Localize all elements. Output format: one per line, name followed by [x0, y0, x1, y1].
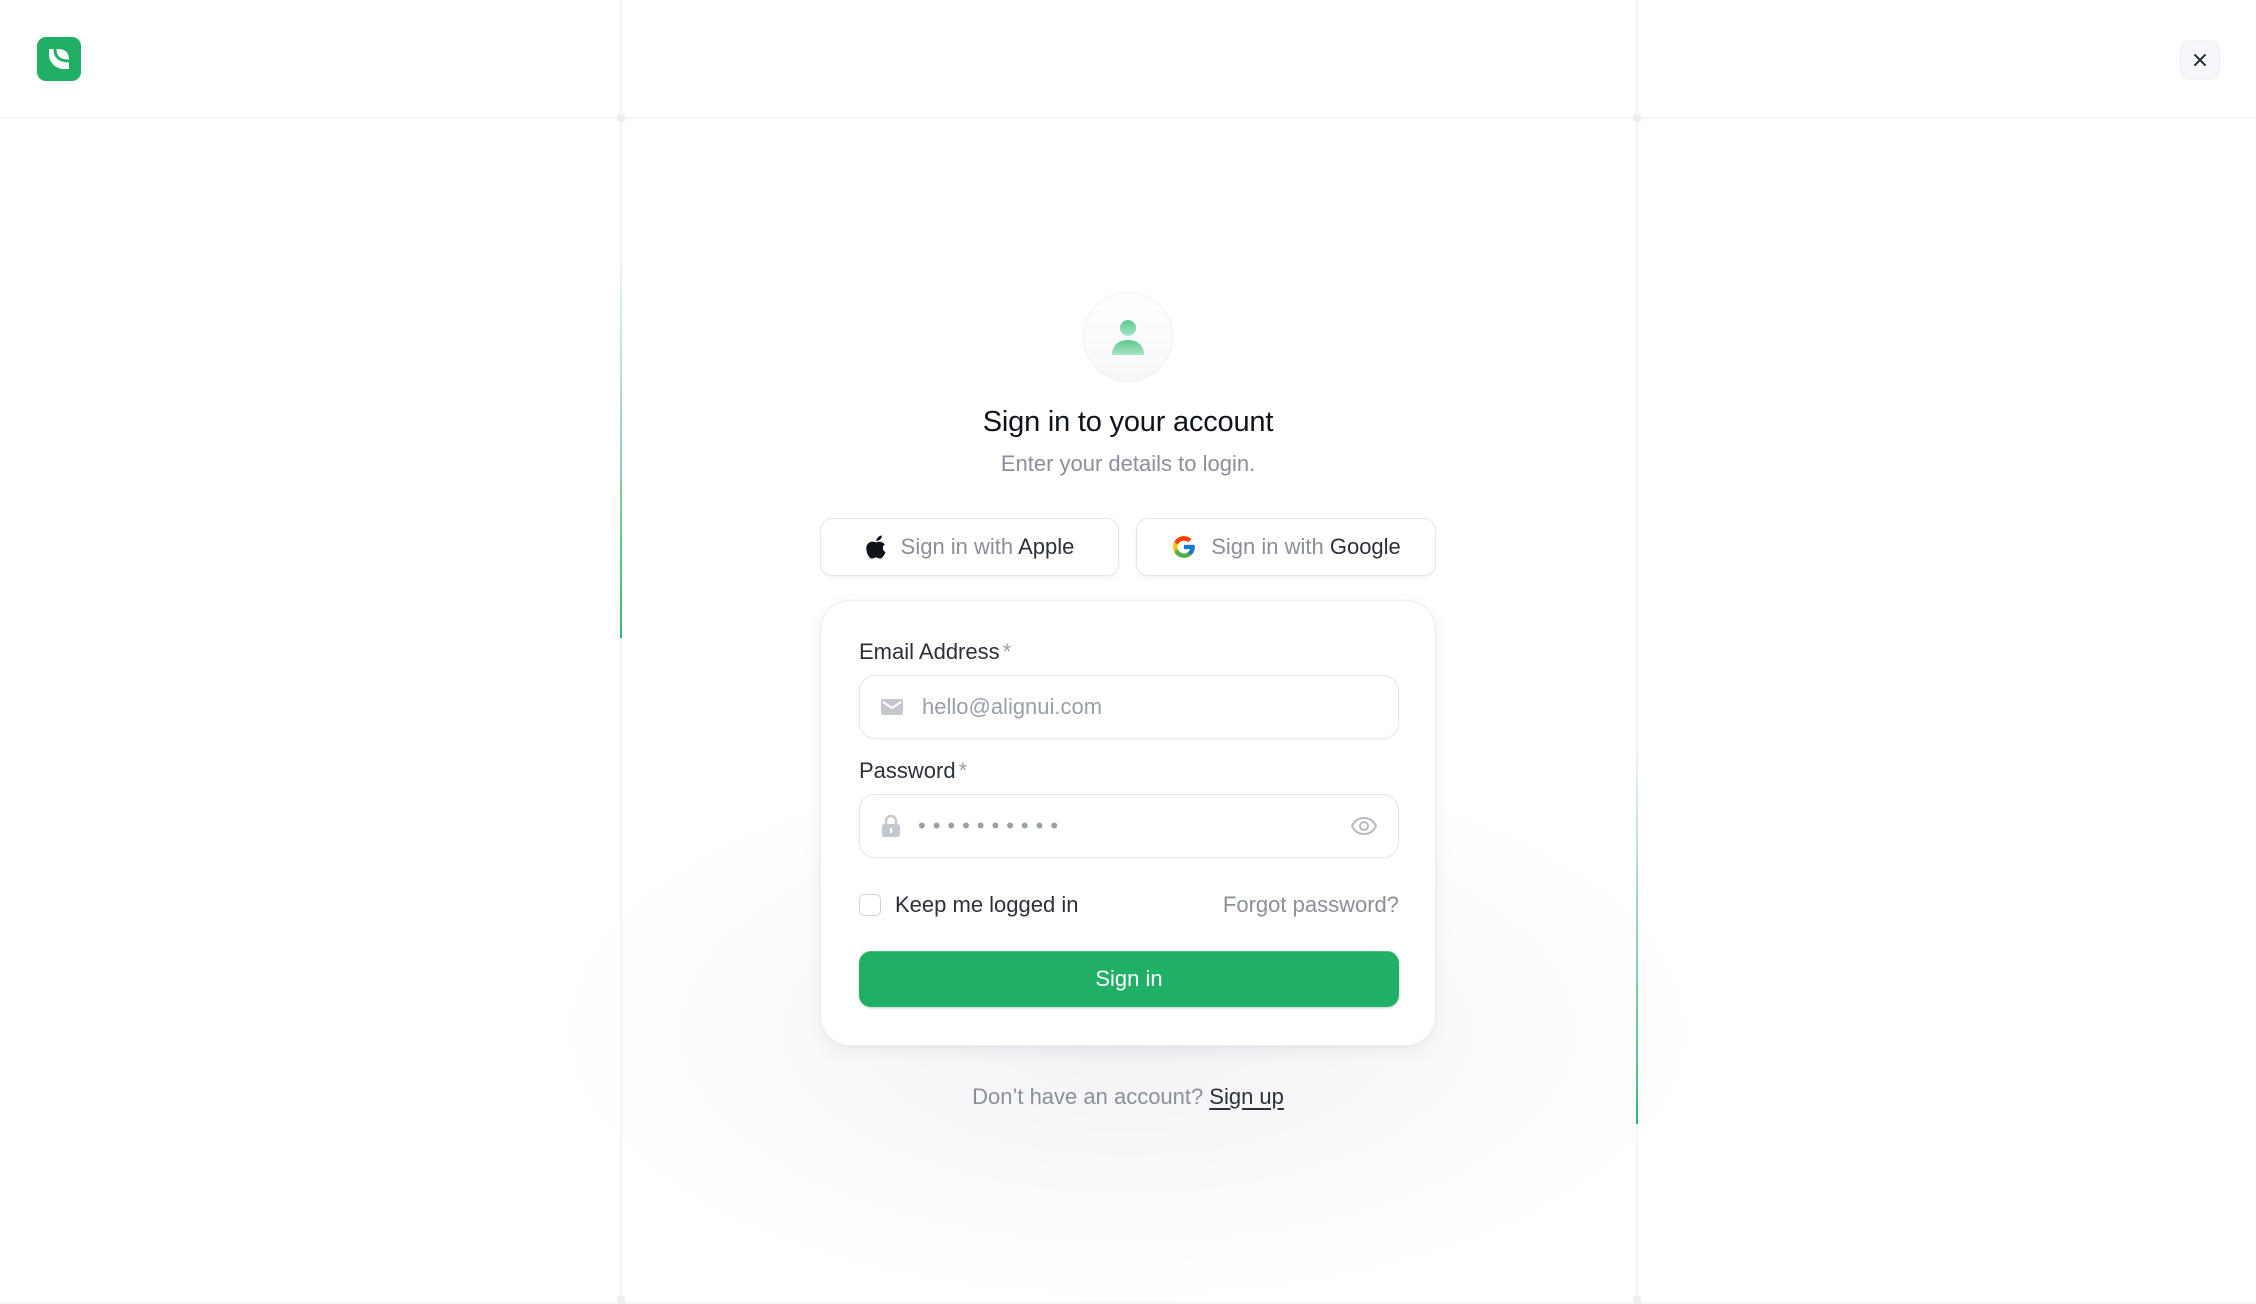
email-field[interactable] [859, 675, 1399, 739]
password-field[interactable]: •••••••••• [859, 794, 1399, 858]
sign-in-button[interactable]: Sign in [859, 951, 1399, 1007]
page-subtitle: Enter your details to login. [1000, 451, 1256, 476]
corner-dot [617, 1296, 625, 1304]
google-icon [1173, 536, 1196, 558]
close-icon [2194, 54, 2206, 66]
form-options-row: Keep me logged in Forgot password? [859, 890, 1399, 920]
left-accent-line [620, 250, 622, 638]
remember-me-toggle[interactable]: Keep me logged in [859, 892, 1078, 918]
signup-prompt-text: Don’t have an account? [972, 1084, 1204, 1109]
brand-logo[interactable] [37, 37, 81, 81]
google-button-label: Sign in with Google [1211, 534, 1401, 559]
remember-me-label: Keep me logged in [895, 892, 1079, 917]
signup-prompt: Don’t have an account? Sign up [828, 1084, 1428, 1110]
brand-logo-icon [49, 47, 71, 69]
apple-button-label: Sign in with Apple [900, 534, 1075, 559]
mail-icon [881, 699, 903, 715]
password-label: Password * [859, 758, 968, 783]
eye-icon[interactable] [1350, 816, 1378, 836]
password-input[interactable]: •••••••••• [918, 813, 1334, 839]
header-divider [0, 117, 2256, 119]
user-icon [1112, 320, 1144, 355]
corner-dot [1633, 114, 1641, 122]
forgot-password-link[interactable]: Forgot password? [1223, 892, 1399, 918]
apple-icon [865, 535, 886, 559]
email-input[interactable] [920, 693, 1378, 721]
lock-icon [882, 814, 900, 837]
corner-dot [1633, 1296, 1641, 1304]
page-title: Sign in to your account [982, 406, 1274, 438]
sign-in-google-button[interactable]: Sign in with Google [1136, 518, 1436, 576]
email-label: Email Address * [859, 639, 1012, 664]
close-button[interactable] [2180, 40, 2220, 80]
sign-up-link[interactable]: Sign up [1209, 1084, 1284, 1109]
remember-me-checkbox[interactable] [859, 894, 881, 916]
login-form-card: Email Address* Password* •••••••••• Keep… [820, 600, 1436, 1046]
corner-dot [617, 114, 625, 122]
sign-in-apple-button[interactable]: Sign in with Apple [820, 518, 1119, 576]
avatar [1083, 292, 1173, 382]
